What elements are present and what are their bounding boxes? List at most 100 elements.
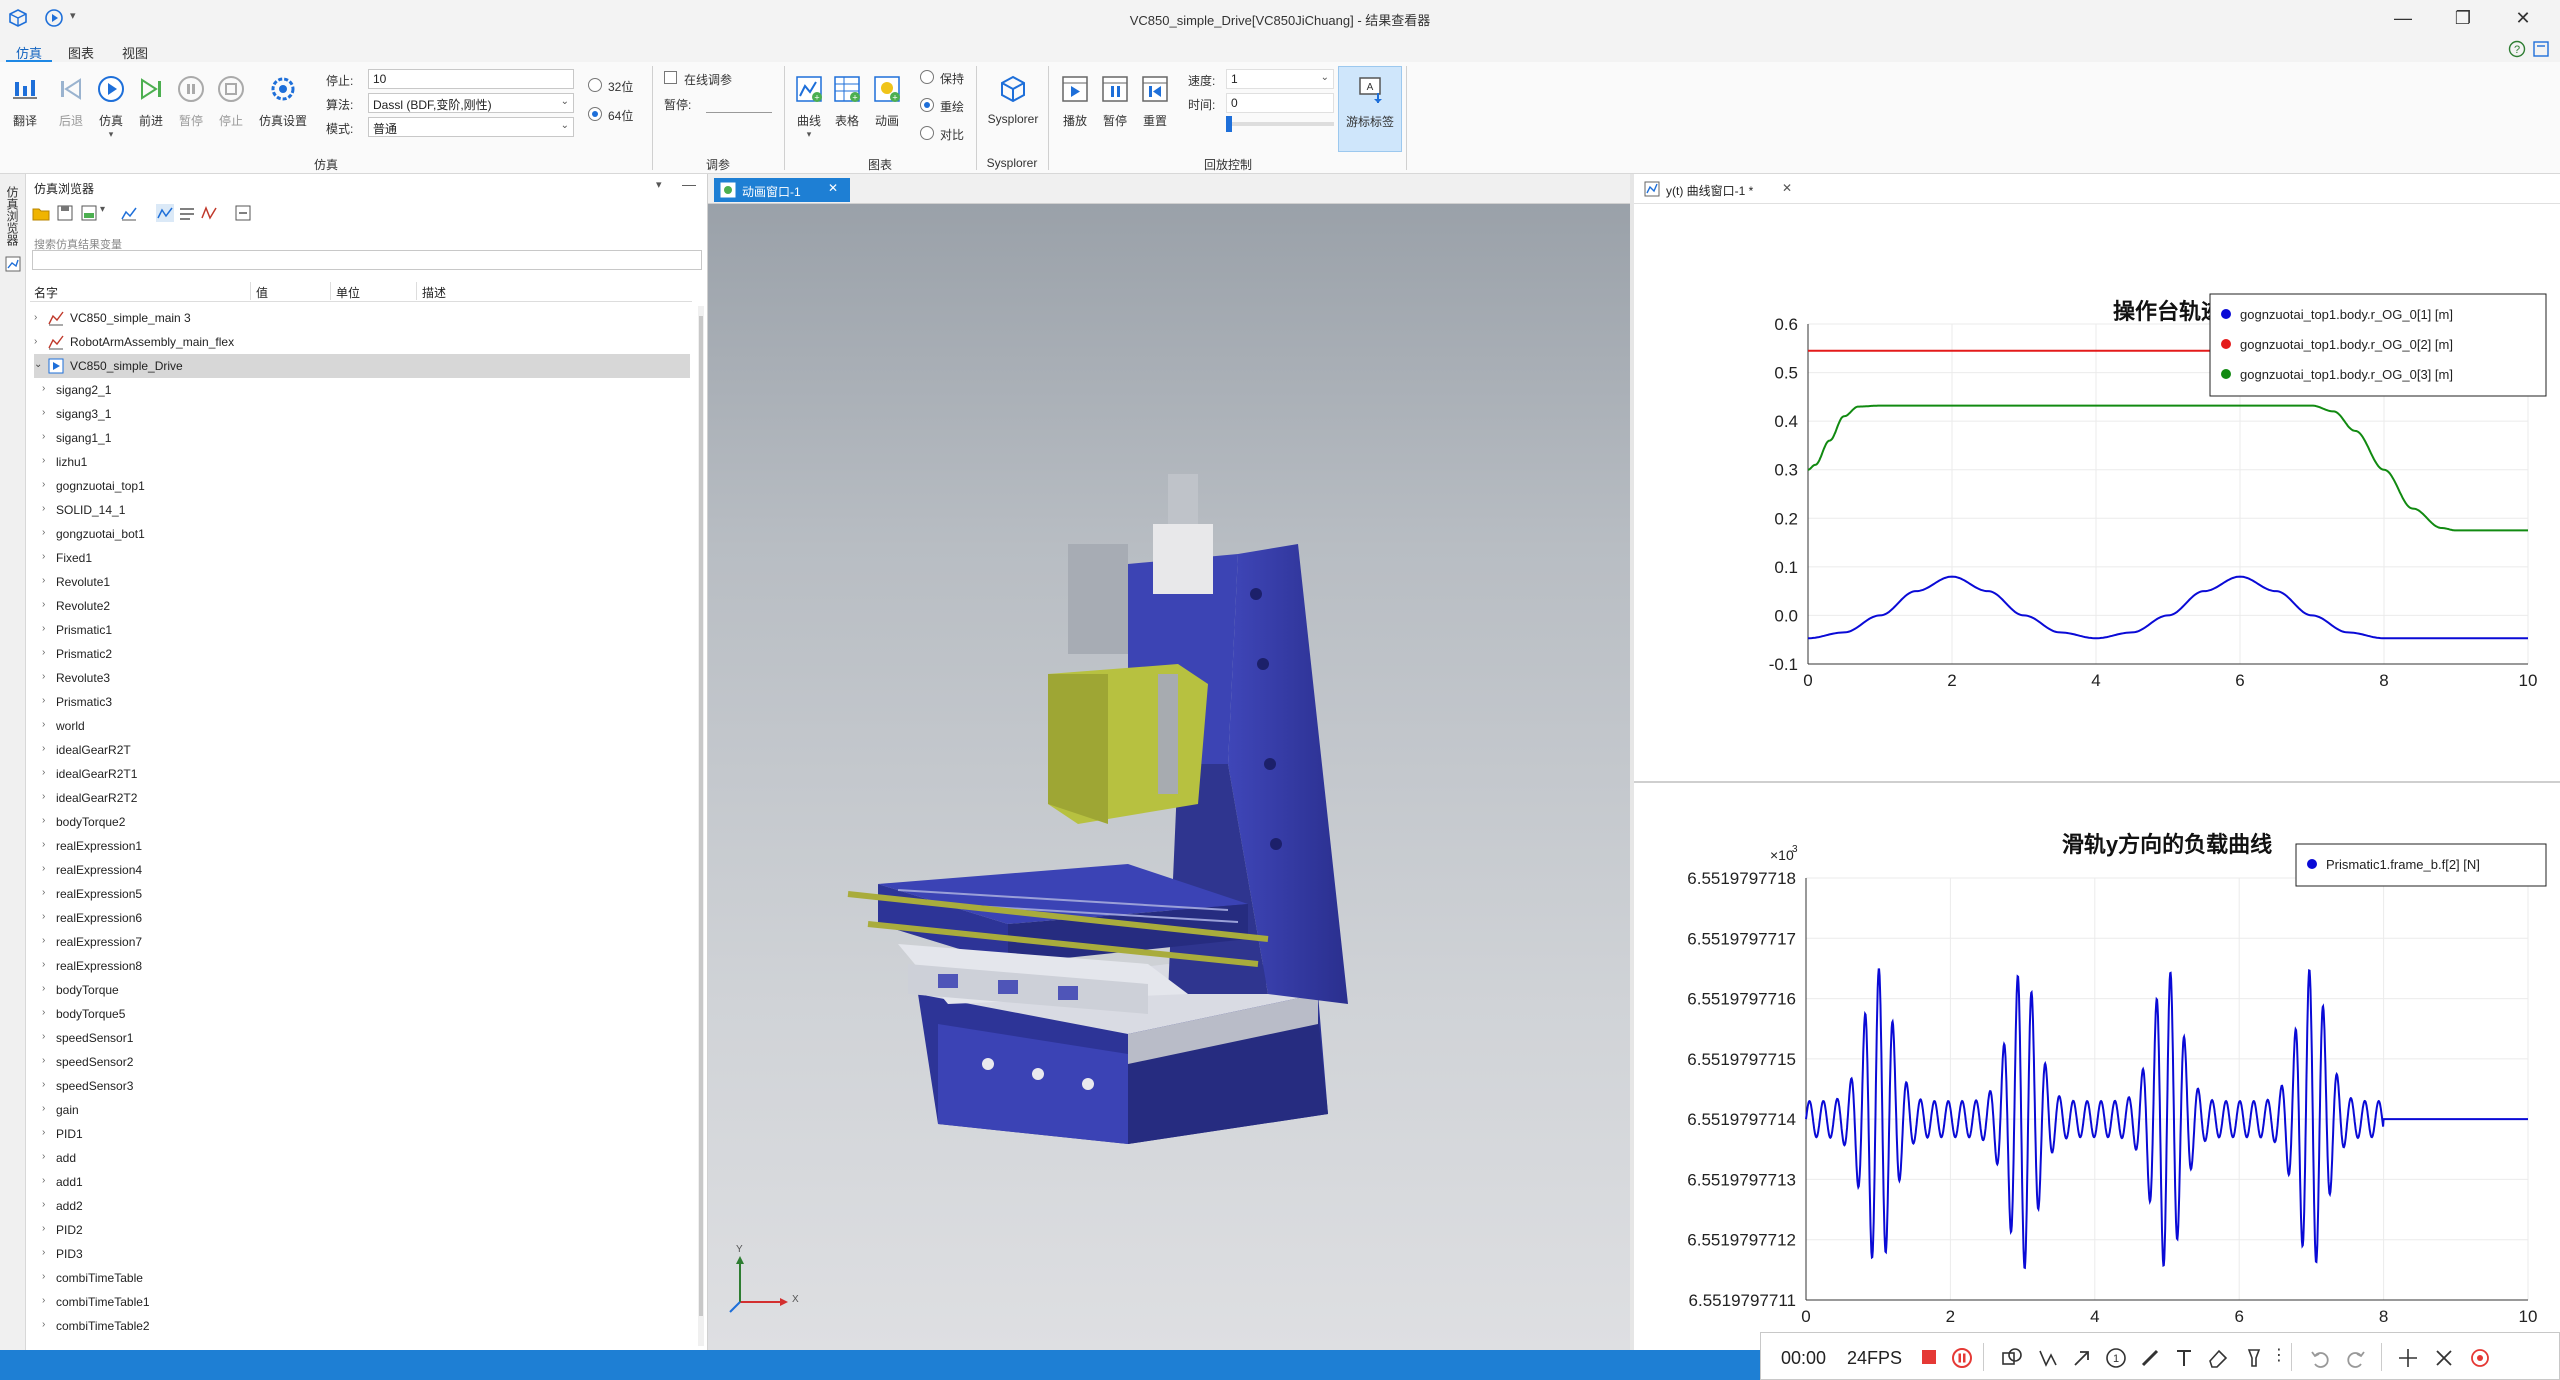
tree-item[interactable]: › realExpression6 <box>42 906 682 930</box>
step-forward-button[interactable]: 前进 <box>132 74 170 156</box>
chevron-right-icon[interactable]: › <box>42 383 45 394</box>
cursor-label-button[interactable]: A 游标标签 <box>1338 66 1402 152</box>
maximize-button[interactable]: ❐ <box>2440 4 2486 32</box>
chevron-right-icon[interactable]: › <box>42 407 45 418</box>
chevron-right-icon[interactable]: › <box>34 336 37 347</box>
tree-item[interactable]: › Revolute1 <box>42 570 682 594</box>
chevron-right-icon[interactable]: › <box>42 1199 45 1210</box>
chevron-right-icon[interactable]: › <box>42 935 45 946</box>
chevron-right-icon[interactable]: › <box>42 1319 45 1330</box>
tab-simulation[interactable]: 仿真 <box>6 40 53 62</box>
close-button[interactable]: ✕ <box>2500 4 2546 32</box>
chevron-right-icon[interactable]: › <box>42 815 45 826</box>
tree-item[interactable]: › lizhu1 <box>42 450 682 474</box>
tree-item[interactable]: › sigang2_1 <box>42 378 682 402</box>
radio-compare[interactable] <box>920 126 934 140</box>
chevron-right-icon[interactable]: › <box>42 911 45 922</box>
step-back-button[interactable]: 后退 <box>52 74 90 156</box>
tree-item[interactable]: › realExpression1 <box>42 834 682 858</box>
tree-item[interactable]: › add1 <box>42 1170 682 1194</box>
tree-item[interactable]: › sigang3_1 <box>42 402 682 426</box>
tree-item[interactable]: › idealGearR2T2 <box>42 786 682 810</box>
tree-item[interactable]: › idealGearR2T1 <box>42 762 682 786</box>
chevron-right-icon[interactable]: › <box>42 1055 45 1066</box>
tree-item[interactable]: › combiTimeTable1 <box>42 1290 682 1314</box>
tree-root-row[interactable]: › RobotArmAssembly_main_flex <box>34 330 690 354</box>
chevron-right-icon[interactable]: › <box>42 479 45 490</box>
chevron-right-icon[interactable]: › <box>42 623 45 634</box>
tree-item[interactable]: › Fixed1 <box>42 546 682 570</box>
new-animation-button[interactable]: + 动画 <box>868 74 906 156</box>
time-input[interactable]: 0 <box>1226 93 1334 113</box>
tree-item[interactable]: › sigang1_1 <box>42 426 682 450</box>
chevron-right-icon[interactable]: › <box>42 1127 45 1138</box>
collapse-all-icon[interactable] <box>234 204 252 222</box>
radio-overlay[interactable] <box>920 98 934 112</box>
algorithm-select[interactable]: Dassl (BDF,变阶,刚性) ⌄ <box>368 93 574 113</box>
new-table-button[interactable]: + 表格 <box>828 74 866 156</box>
record-pause-icon[interactable] <box>1951 1347 1973 1369</box>
arrow-tool-icon[interactable] <box>2071 1347 2093 1369</box>
3d-viewport[interactable]: X Y <box>708 204 1630 1350</box>
tree-item[interactable]: › realExpression7 <box>42 930 682 954</box>
redo-icon[interactable] <box>2345 1347 2367 1369</box>
undo-icon[interactable] <box>2309 1347 2331 1369</box>
restore-ribbon-icon[interactable] <box>2532 40 2550 58</box>
chevron-right-icon[interactable]: › <box>42 719 45 730</box>
panel-minimize-icon[interactable]: — <box>682 176 696 192</box>
tab-charts[interactable]: 图表 <box>58 40 104 62</box>
tree-item[interactable]: › bodyTorque <box>42 978 682 1002</box>
highlight-tool-icon[interactable] <box>2243 1347 2265 1369</box>
stop-button[interactable]: 停止 <box>212 74 250 156</box>
chevron-right-icon[interactable]: › <box>42 1103 45 1114</box>
side-tab-sim-browser[interactable]: 仿真浏览器 <box>4 186 21 246</box>
radio-32bit[interactable] <box>588 78 602 92</box>
translate-button[interactable]: 翻译 <box>6 74 44 156</box>
text-tool-icon[interactable] <box>2173 1347 2195 1369</box>
close-tab-icon[interactable]: ✕ <box>828 181 838 195</box>
column-header-value[interactable]: 值 <box>256 284 268 301</box>
tree-item[interactable]: › Prismatic1 <box>42 618 682 642</box>
sim-settings-button[interactable]: 仿真设置 <box>256 74 310 156</box>
tree-scrollbar[interactable] <box>698 306 704 1346</box>
tree-item[interactable]: › PID3 <box>42 1242 682 1266</box>
move-icon[interactable] <box>2397 1347 2419 1369</box>
time-slider-handle[interactable] <box>1226 116 1232 132</box>
radio-keep[interactable] <box>920 70 934 84</box>
tree-item[interactable]: › Revolute2 <box>42 594 682 618</box>
chevron-right-icon[interactable]: › <box>42 1223 45 1234</box>
chevron-right-icon[interactable]: › <box>42 671 45 682</box>
column-header-name[interactable]: 名字 <box>34 284 58 301</box>
tree-item[interactable]: › speedSensor1 <box>42 1026 682 1050</box>
tree-root-row-selected[interactable]: ⌄ VC850_simple_Drive <box>34 354 690 378</box>
chevron-right-icon[interactable]: › <box>42 791 45 802</box>
filter-curve-icon[interactable] <box>156 204 174 222</box>
tab-curve-window[interactable]: y(t) 曲线窗口-1 * ✕ <box>1644 180 1804 200</box>
chevron-right-icon[interactable]: › <box>42 767 45 778</box>
tree-item[interactable]: › idealGearR2T <box>42 738 682 762</box>
mode-select[interactable]: 普通 ⌄ <box>368 117 574 137</box>
close-recorder-icon[interactable] <box>2433 1347 2455 1369</box>
restart-record-icon[interactable] <box>2469 1347 2491 1369</box>
chevron-right-icon[interactable]: › <box>42 1151 45 1162</box>
tree-item[interactable]: › Revolute3 <box>42 666 682 690</box>
chevron-right-icon[interactable]: › <box>42 1271 45 1282</box>
save-all-icon[interactable] <box>80 204 98 222</box>
chevron-right-icon[interactable]: › <box>42 551 45 562</box>
new-curve-button[interactable]: + 曲线 ▾ <box>790 74 828 156</box>
chevron-right-icon[interactable]: › <box>34 312 37 323</box>
chevron-right-icon[interactable]: › <box>42 503 45 514</box>
tree-item[interactable]: › PID2 <box>42 1218 682 1242</box>
playback-reset-button[interactable]: 重置 <box>1136 74 1174 156</box>
chevron-right-icon[interactable]: › <box>42 455 45 466</box>
tree-item[interactable]: › combiTimeTable2 <box>42 1314 682 1338</box>
tree-item[interactable]: › gognzuotai_top1 <box>42 474 682 498</box>
more-options-icon[interactable]: ⋮ <box>2271 1345 2287 1365</box>
chevron-right-icon[interactable]: › <box>42 695 45 706</box>
tree-item[interactable]: › speedSensor3 <box>42 1074 682 1098</box>
eraser-tool-icon[interactable] <box>2207 1347 2229 1369</box>
tree-item[interactable]: › bodyTorque2 <box>42 810 682 834</box>
tree-item[interactable]: › realExpression5 <box>42 882 682 906</box>
filter-states-icon[interactable] <box>200 204 218 222</box>
pen-tool-icon[interactable] <box>2139 1347 2161 1369</box>
